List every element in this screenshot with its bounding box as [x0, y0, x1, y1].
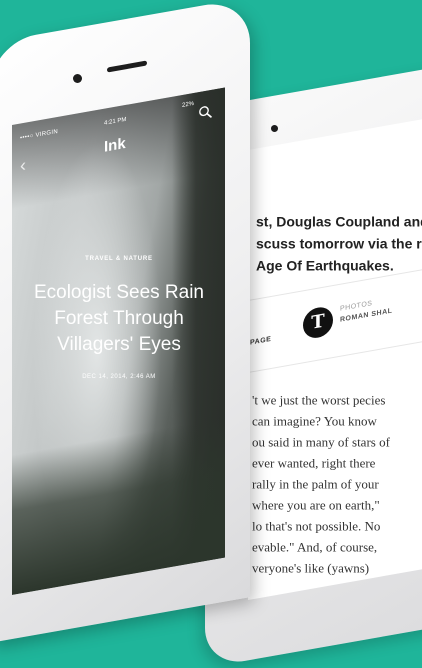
body-line: lo that's not possible. No	[252, 518, 381, 534]
article-category: TRAVEL & NATURE	[85, 256, 153, 263]
body-line: ou said in many of stars of	[252, 434, 390, 450]
reader-screen[interactable]: st, Douglas Coupland and scuss tomorrow …	[248, 114, 422, 600]
chevron-left-icon[interactable]: ‹	[20, 155, 26, 177]
body-line: can imagine? You know	[252, 413, 377, 429]
body-line: 't we just the worst pecies	[252, 392, 386, 408]
body-line: rally in the palm of your	[252, 476, 379, 492]
status-time: 4:21 PM	[104, 116, 127, 127]
reader-front-camera	[271, 125, 278, 132]
article-body: 't we just the worst pecies can imagine?…	[252, 389, 422, 578]
body-line: evable." And, of course,	[252, 539, 378, 555]
body-line: where you are on earth,"	[252, 497, 380, 513]
search-icon[interactable]	[198, 104, 212, 120]
article-headline: Ecologist Sees Rain Forest Through Villa…	[33, 282, 205, 356]
page-label: PAGE	[250, 335, 272, 347]
article-front-camera	[73, 74, 82, 83]
article-screen[interactable]: ••••○ VIRGIN 4:21 PM 22% ‹ Ink TRAVEL & …	[12, 87, 225, 595]
battery-level: 22%	[182, 100, 195, 110]
pull-quote: st, Douglas Coupland and scuss tomorrow …	[256, 213, 422, 274]
carrier-label: ••••○ VIRGIN	[20, 128, 58, 142]
nyt-logo-icon: T	[303, 305, 333, 341]
body-line: ever wanted, right there	[252, 455, 376, 471]
article-date: DEC 14, 2014, 2:46 AM	[82, 374, 156, 381]
article-hero[interactable]: TRAVEL & NATURE Ecologist Sees Rain Fore…	[24, 256, 214, 380]
